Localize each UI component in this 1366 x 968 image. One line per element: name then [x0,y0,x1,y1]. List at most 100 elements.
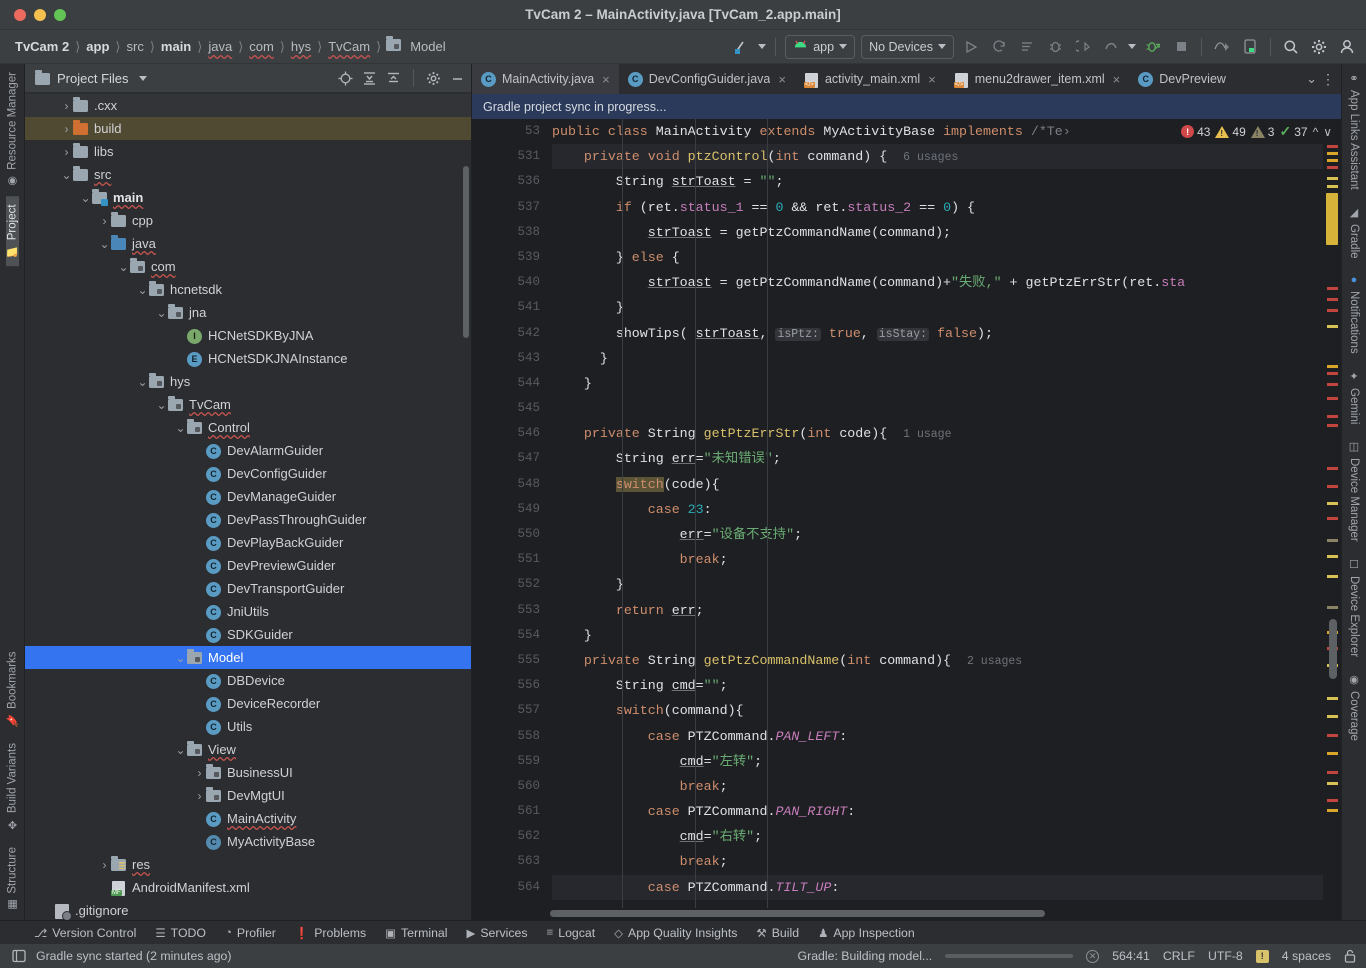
code-line[interactable]: } [552,572,1323,597]
breadcrumb-item-app[interactable]: app [81,39,114,54]
tool-window-button-app-quality-insights[interactable]: ◇ App Quality Insights [614,926,737,940]
tree-node-devalarmguider[interactable]: C DevAlarmGuider [25,439,471,462]
write-access-lock-icon[interactable] [1344,949,1356,963]
error-stripe-marker[interactable] [1327,502,1338,505]
error-stripe-marker[interactable] [1327,298,1338,301]
error-stripe-marker[interactable] [1327,771,1338,774]
tool-button-structure[interactable]: ▦ Structure [6,839,19,920]
tool-button-notifications[interactable]: ● Notifications [1348,266,1360,362]
editor-tab-mainactivity-java[interactable]: C MainActivity.java × [472,64,619,94]
indent-setting[interactable]: 4 spaces [1282,949,1331,963]
tool-window-button-terminal[interactable]: ▣ Terminal [385,926,447,940]
tree-node-dbdevice[interactable]: C DBDevice [25,669,471,692]
error-stripe-marker[interactable] [1327,555,1338,558]
code-line[interactable]: break; [552,849,1323,874]
line-number[interactable]: 551 [472,547,550,572]
line-number[interactable]: 540 [472,270,550,295]
code-line[interactable]: private String getPtzErrStr(int code){ 1… [552,421,1323,446]
tool-button-gemini[interactable]: ✦ Gemini [1348,362,1361,432]
rollback-dropdown-icon[interactable] [1128,44,1136,49]
tool-button-bookmarks[interactable]: 🔖 Bookmarks [6,643,19,735]
run-with-coverage-icon[interactable] [1016,36,1038,58]
tool-button-build-variants[interactable]: ✥ Build Variants [6,735,19,839]
breadcrumb-item-hys[interactable]: hys [286,39,316,54]
code-line[interactable]: private String getPtzCommandName(int com… [552,648,1323,673]
breadcrumb-item-main[interactable]: main [156,39,196,54]
tree-node--gitignore[interactable]: .gitignore [25,899,471,920]
tree-node-devplaybackguider[interactable]: C DevPlayBackGuider [25,531,471,554]
error-stripe-marker[interactable] [1327,325,1338,328]
tool-window-button-app-inspection[interactable]: ♟ App Inspection [818,926,915,940]
device-selector[interactable]: No Devices [861,34,954,59]
chevron-down-icon[interactable]: ⌄ [174,422,187,434]
tree-node-model[interactable]: ⌄ Model [25,646,471,669]
error-stripe-marker[interactable] [1327,159,1338,162]
error-stripe-marker[interactable] [1327,152,1338,155]
code-line[interactable]: case PTZCommand.PAN_RIGHT: [552,799,1323,824]
code-line[interactable]: String strToast = ""; [552,169,1323,194]
error-stripe-marker[interactable] [1327,697,1338,700]
code-line[interactable]: strToast = getPtzCommandName(command)+"失… [552,270,1323,295]
tool-button-resource-manager[interactable]: ◉ Resource Manager [6,64,19,196]
code-line[interactable]: case PTZCommand.TILT_UP: [552,874,1323,900]
code-line[interactable]: String err="未知错误"; [552,446,1323,471]
line-number[interactable]: 537⊟ [472,195,564,220]
error-stripe-marker[interactable] [1327,177,1338,180]
account-icon[interactable] [1336,36,1358,58]
line-number[interactable]: 542 [472,321,550,346]
tree-node-res[interactable]: › res [25,853,471,876]
tree-node-devtransportguider[interactable]: C DevTransportGuider [25,577,471,600]
error-stripe-marker[interactable] [1326,193,1338,245]
error-stripe-marker[interactable] [1327,365,1338,368]
editor-vertical-scrollbar[interactable] [1329,619,1337,679]
line-number[interactable]: 536 [472,169,550,194]
chevron-down-icon[interactable]: ⌄ [155,399,168,411]
breadcrumb-item-tvcam[interactable]: TvCam [323,39,375,54]
minimize-icon[interactable] [450,71,465,86]
code-line[interactable]: } [552,346,1323,371]
line-number[interactable]: 559 [472,749,550,774]
gear-icon[interactable] [1308,36,1330,58]
line-number[interactable]: 555⊟ [472,648,564,673]
line-number[interactable]: 564 [472,875,550,900]
tree-node-control[interactable]: ⌄ Control [25,416,471,439]
expand-all-icon[interactable] [362,71,377,86]
error-stripe-marker[interactable] [1327,287,1338,290]
chevron-right-icon[interactable]: › [193,789,206,803]
chevron-down-icon[interactable]: ⌄ [155,307,168,319]
tree-node-devmanageguider[interactable]: C DevManageGuider [25,485,471,508]
rollback-icon[interactable] [1100,36,1122,58]
line-number[interactable]: 547 [472,446,550,471]
chevron-down-icon[interactable]: ⌄ [174,652,187,664]
tool-window-button-build[interactable]: ⚒ Build [756,926,799,940]
line-number[interactable]: 543⨼ [472,346,564,371]
line-number-gutter[interactable]: 53531⊟536537⊟538539⨼540541⨼542543⨼544⨼54… [472,119,564,908]
error-stripe-marker[interactable] [1327,752,1338,755]
weak-warning-count-badge[interactable]: 3 [1250,125,1274,139]
device-screenshot-icon[interactable] [1239,36,1261,58]
close-window-button[interactable] [14,8,26,21]
code-line[interactable]: String cmd=""; [552,673,1323,698]
chevron-right-icon[interactable]: › [60,122,73,136]
code-line[interactable]: return err; [552,598,1323,623]
tree-node-devconfigguider[interactable]: C DevConfigGuider [25,462,471,485]
tool-button-coverage[interactable]: ◉ Coverage [1348,665,1361,749]
line-number[interactable]: 556 [472,673,550,698]
line-number[interactable]: 548⊟ [472,472,564,497]
chevron-down-icon[interactable] [938,44,946,49]
tree-node-mainactivity[interactable]: C MainActivity [25,807,471,830]
line-number[interactable]: 544⨼ [472,371,564,396]
tool-button-device-explorer[interactable]: ☐ Device Explorer [1348,550,1361,665]
code-line[interactable]: cmd="右转"; [552,824,1323,849]
tree-node-libs[interactable]: › libs [25,140,471,163]
close-tab-icon[interactable]: × [1113,72,1121,87]
line-number[interactable]: 541⨼ [472,295,564,320]
error-stripe-marker[interactable] [1327,799,1338,802]
debug-icon[interactable] [1044,36,1066,58]
line-number[interactable]: 539⨼ [472,245,564,270]
tree-node-view[interactable]: ⌄ View [25,738,471,761]
breadcrumb-item-java[interactable]: java [203,39,237,54]
tool-window-button-profiler[interactable]: ◔ Profiler [225,926,276,940]
stop-icon[interactable] [1170,36,1192,58]
code-line[interactable]: if (ret.status_1 == 0 && ret.status_2 ==… [552,195,1323,220]
